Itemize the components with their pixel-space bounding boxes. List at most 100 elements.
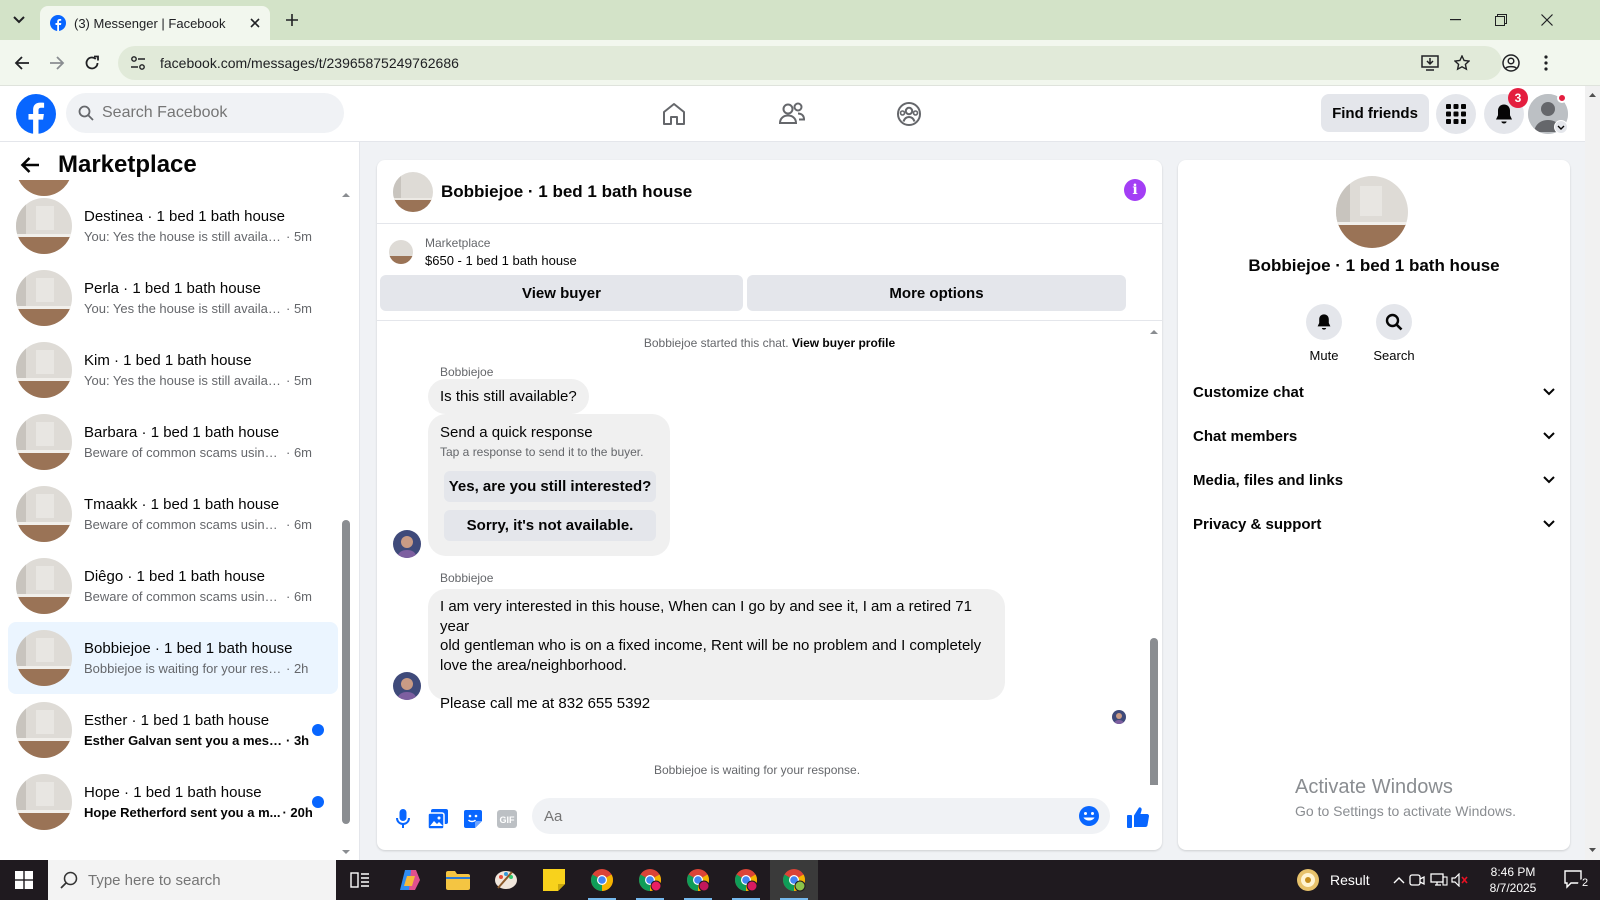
copilot-app[interactable] [386,860,434,900]
taskbar-search-input[interactable] [88,871,318,889]
privacy-support-section[interactable]: Privacy & support [1193,504,1555,544]
conversation-item[interactable]: Esther · 1 bed 1 bath house Esther Galvan… [8,694,338,766]
tab-search-button[interactable] [6,8,32,32]
conversation-item[interactable]: Hope · 1 bed 1 bath house Hope Retherford… [8,766,338,838]
minimize-icon [1449,19,1461,21]
facebook-logo-icon [16,94,56,134]
facebook-logo[interactable] [16,94,56,134]
show-hidden-icons-button[interactable] [1390,871,1408,889]
taskbar-clock[interactable]: 8:46 PM 8/7/2025 [1478,864,1548,896]
browser-menu-button[interactable] [1533,50,1559,76]
sender-avatar[interactable] [393,530,421,558]
install-app-button[interactable] [1417,50,1443,76]
forward-button[interactable] [44,50,70,76]
like-button[interactable] [1126,805,1150,829]
file-explorer-app[interactable] [434,860,482,900]
listing-thumbnail [16,198,72,254]
back-button[interactable] [9,50,35,76]
bookmark-button[interactable] [1449,50,1475,76]
facebook-search[interactable] [66,93,344,133]
chevron-down-icon [1543,520,1555,528]
message-input-container[interactable] [532,798,1110,834]
message-input[interactable] [544,807,1064,825]
sticker-button[interactable] [461,807,485,831]
sender-avatar[interactable] [393,672,421,700]
address-bar[interactable]: facebook.com/messages/t/2396587524976268… [118,46,1502,80]
media-files-links-section[interactable]: Media, files and links [1193,460,1555,500]
star-icon [1454,55,1470,71]
chrome-profile-app[interactable] [626,860,674,900]
customize-chat-section[interactable]: Customize chat [1193,372,1555,412]
chrome-profile-app[interactable] [674,860,722,900]
message-bubble[interactable]: I am very interested in this house, When… [428,589,1005,712]
message-bubble[interactable]: Is this still available? [428,379,589,414]
chevron-down-icon [1557,125,1565,130]
conversation-time: · 20h [282,805,313,820]
conversation-item[interactable]: Kim · 1 bed 1 bath house You: Yes the hou… [8,334,338,406]
view-buyer-profile-link[interactable]: View buyer profile [792,336,895,350]
conversation-item[interactable]: Destinea · 1 bed 1 bath house You: Yes th… [8,190,338,262]
conversation-item[interactable]: Perla · 1 bed 1 bath house You: Yes the h… [8,262,338,334]
paint-app[interactable] [482,860,530,900]
start-button[interactable] [0,860,48,900]
quick-response-no-button[interactable]: Sorry, it's not available. [444,510,656,541]
chrome-profile-app[interactable] [722,860,770,900]
person-photo-icon [1112,710,1126,724]
close-window-button[interactable] [1524,6,1570,34]
page-scrollbar[interactable] [1585,86,1600,860]
close-tab-icon[interactable] [250,18,260,28]
chat-title[interactable]: Bobbiejoe · 1 bed 1 bath house [441,182,692,202]
conversation-name: Perla · 1 bed 1 bath house [84,280,261,297]
groups-tab[interactable] [889,98,929,130]
emoji-icon[interactable] [1078,805,1100,827]
site-settings-icon[interactable] [130,55,146,71]
meet-now-tray[interactable] [1408,871,1426,889]
chat-started-notice: Bobbiejoe started this chat. View buyer … [643,336,896,350]
listing-summary[interactable]: Marketplace $650 - 1 bed 1 bath house [389,232,1149,272]
gif-button[interactable]: GIF [495,807,519,831]
account-menu-chevron[interactable] [1554,120,1568,134]
task-view-button[interactable] [336,860,384,900]
reload-button[interactable] [79,50,105,76]
chat-members-section[interactable]: Chat members [1193,416,1555,456]
voice-clip-button[interactable] [391,807,415,831]
taskbar-search[interactable] [48,860,336,900]
close-icon [1541,14,1553,26]
quick-response-yes-button[interactable]: Yes, are you still interested? [444,471,656,502]
message-thread-scrollbar[interactable] [1147,325,1161,785]
conversation-item[interactable]: Barbara · 1 bed 1 bath house Beware of co… [8,406,338,478]
listing-avatar[interactable] [393,171,433,212]
profile-button[interactable] [1498,50,1524,76]
notification-center-button[interactable]: 2 [1552,860,1600,900]
weather-widget[interactable]: Result [1296,860,1370,900]
volume-tray[interactable] [1451,871,1469,889]
network-tray[interactable] [1430,871,1448,889]
chrome-profile-app-active[interactable] [770,860,818,900]
home-tab[interactable] [654,98,694,130]
mute-action[interactable]: Mute [1294,304,1354,363]
find-friends-button[interactable]: Find friends [1321,94,1429,132]
conversation-list-scrollbar[interactable] [340,188,352,858]
menu-button[interactable] [1436,94,1476,134]
facebook-search-input[interactable] [102,104,322,122]
search-action[interactable]: Search [1364,304,1424,363]
sticky-notes-app[interactable] [530,860,578,900]
minimize-button[interactable] [1432,6,1478,34]
conversation-time: · 3h [286,733,310,748]
chat-info-icon[interactable]: i [1124,179,1146,201]
new-tab-button[interactable] [282,10,302,30]
restore-button[interactable] [1478,6,1524,34]
conversation-item[interactable]: Diêgo · 1 bed 1 bath house Beware of comm… [8,550,338,622]
url-text[interactable]: facebook.com/messages/t/2396587524976268… [160,55,459,71]
chrome-app[interactable] [578,860,626,900]
conversation-item[interactable]: Tmaakk · 1 bed 1 bath house Beware of com… [8,478,338,550]
friends-tab[interactable] [772,98,812,130]
back-arrow-icon[interactable] [20,156,40,174]
message-sender: Bobbiejoe [440,365,494,379]
conversation-item[interactable]: Bobbiejoe · 1 bed 1 bath house Bobbiejoe … [8,622,338,694]
listing-large-avatar[interactable] [1336,176,1408,248]
browser-tab[interactable]: (3) Messenger | Facebook [40,6,270,40]
attach-media-button[interactable] [426,807,450,831]
more-options-button[interactable]: More options [747,275,1126,311]
view-buyer-button[interactable]: View buyer [380,275,743,311]
